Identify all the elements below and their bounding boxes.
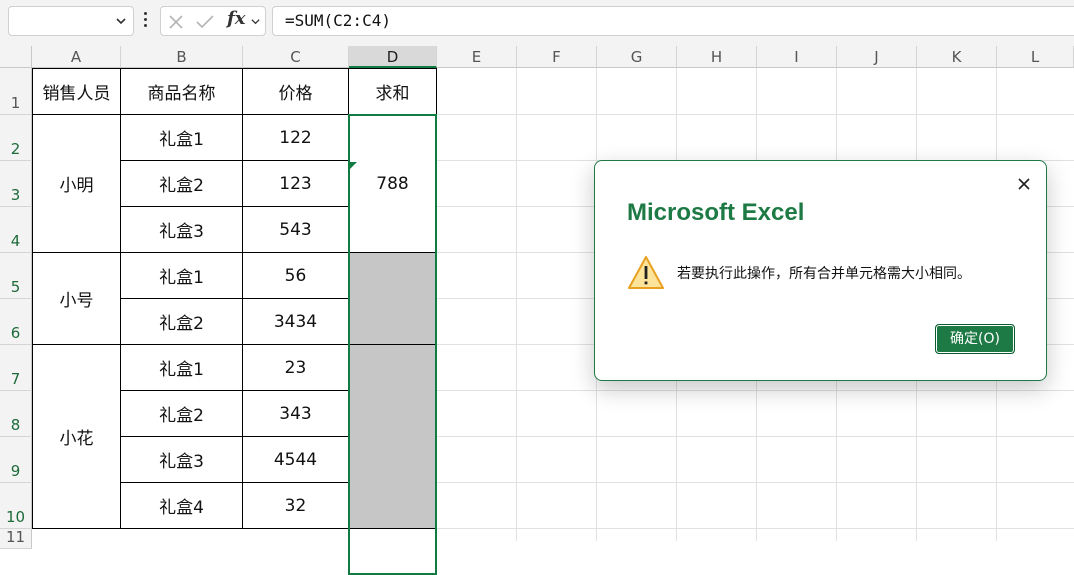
- name-box[interactable]: [8, 6, 134, 36]
- column-header-g[interactable]: G: [597, 46, 677, 68]
- price-cell[interactable]: 123: [243, 161, 349, 207]
- salesperson-cell-3[interactable]: 小花: [32, 345, 121, 529]
- header-cell-price[interactable]: 价格: [243, 68, 349, 115]
- row-header-5[interactable]: 5: [0, 253, 32, 299]
- price-cell[interactable]: 122: [243, 115, 349, 161]
- header-cell-salesperson[interactable]: 销售人员: [32, 68, 121, 115]
- ok-button[interactable]: 确定(O): [935, 324, 1015, 354]
- column-header-l[interactable]: L: [997, 46, 1074, 68]
- salesperson-cell-1[interactable]: 小明: [32, 115, 121, 253]
- error-indicator: [350, 162, 357, 169]
- excel-alert-dialog: Microsoft Excel 若要执行此操作，所有合并单元格需大小相同。 确定…: [594, 160, 1047, 381]
- row-header-11[interactable]: 11: [0, 528, 32, 549]
- product-cell[interactable]: 礼盒2: [121, 391, 243, 437]
- price-cell[interactable]: 56: [243, 253, 349, 299]
- warning-icon: [628, 256, 664, 289]
- product-cell[interactable]: 礼盒4: [121, 483, 243, 529]
- column-header-f[interactable]: F: [517, 46, 597, 68]
- more-options-icon[interactable]: [143, 12, 149, 30]
- salesperson-cell-2[interactable]: 小号: [32, 253, 121, 345]
- cancel-icon[interactable]: [167, 13, 185, 31]
- dialog-message: 若要执行此操作，所有合并单元格需大小相同。: [677, 266, 971, 282]
- column-header-c[interactable]: C: [243, 46, 349, 68]
- sum-cell-1[interactable]: 788: [349, 115, 437, 253]
- select-all-corner[interactable]: [0, 46, 32, 68]
- column-header-k[interactable]: K: [917, 46, 997, 68]
- chevron-down-icon[interactable]: [115, 15, 127, 27]
- formula-actions: fx: [160, 6, 266, 36]
- row-header-4[interactable]: 4: [0, 207, 32, 253]
- column-header-b[interactable]: B: [121, 46, 243, 68]
- header-cell-sum[interactable]: 求和: [349, 68, 437, 115]
- row-header-7[interactable]: 7: [0, 345, 32, 391]
- column-header-i[interactable]: I: [757, 46, 837, 68]
- row-header-9[interactable]: 9: [0, 437, 32, 483]
- row-header-2[interactable]: 2: [0, 115, 32, 161]
- row-header-10[interactable]: 10: [0, 483, 32, 529]
- close-icon[interactable]: [1011, 171, 1037, 197]
- price-cell[interactable]: 343: [243, 391, 349, 437]
- column-header-h[interactable]: H: [677, 46, 757, 68]
- price-cell[interactable]: 3434: [243, 299, 349, 345]
- price-cell[interactable]: 543: [243, 207, 349, 253]
- product-cell[interactable]: 礼盒1: [121, 345, 243, 391]
- row-header-3[interactable]: 3: [0, 161, 32, 207]
- dialog-title: Microsoft Excel: [627, 199, 805, 226]
- column-header-d[interactable]: D: [349, 46, 437, 68]
- row-header-6[interactable]: 6: [0, 299, 32, 345]
- price-cell[interactable]: 23: [243, 345, 349, 391]
- product-cell[interactable]: 礼盒1: [121, 115, 243, 161]
- enter-icon[interactable]: [195, 13, 215, 31]
- column-header-e[interactable]: E: [437, 46, 517, 68]
- price-cell[interactable]: 4544: [243, 437, 349, 483]
- product-cell[interactable]: 礼盒2: [121, 161, 243, 207]
- function-icon[interactable]: fx: [227, 8, 245, 29]
- sum-cell-2[interactable]: [349, 253, 437, 345]
- column-header-a[interactable]: A: [32, 46, 121, 68]
- product-cell[interactable]: 礼盒1: [121, 253, 243, 299]
- product-cell[interactable]: 礼盒2: [121, 299, 243, 345]
- price-cell[interactable]: 32: [243, 483, 349, 529]
- column-header-j[interactable]: J: [837, 46, 917, 68]
- formula-bar: fx =SUM(C2:C4): [0, 0, 1074, 46]
- product-cell[interactable]: 礼盒3: [121, 437, 243, 483]
- header-cell-product[interactable]: 商品名称: [121, 68, 243, 115]
- product-cell[interactable]: 礼盒3: [121, 207, 243, 253]
- chevron-down-icon[interactable]: [250, 16, 261, 27]
- row-header-1[interactable]: 1: [0, 68, 32, 115]
- row-header-8[interactable]: 8: [0, 391, 32, 437]
- sum-cell-3[interactable]: [349, 345, 437, 529]
- formula-input[interactable]: =SUM(C2:C4): [272, 6, 1074, 36]
